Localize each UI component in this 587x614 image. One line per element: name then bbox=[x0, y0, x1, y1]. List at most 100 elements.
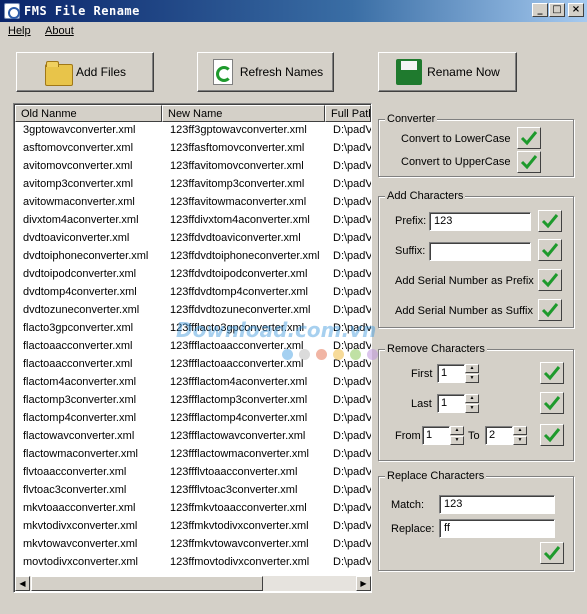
full-path-cell: D:\padVerifier bbox=[333, 250, 371, 262]
table-row[interactable]: asftomovconverter.xml 123ffasftomovconver… bbox=[15, 140, 371, 158]
spin-down-icon[interactable]: ▼ bbox=[450, 436, 464, 445]
title-bar[interactable]: FMS File Rename _ □ × bbox=[0, 0, 587, 22]
spin-down-icon[interactable]: ▼ bbox=[465, 374, 479, 383]
table-row[interactable]: flactomp3converter.xml 123ffflactomp3conv… bbox=[15, 392, 371, 410]
table-row[interactable]: avitomp3converter.xml 123ffavitomp3conver… bbox=[15, 176, 371, 194]
table-row[interactable]: dvdtoiphoneconverter.xml 123ffdvdtoiphone… bbox=[15, 248, 371, 266]
app-icon[interactable] bbox=[4, 3, 20, 19]
table-row[interactable]: flactowavconverter.xml 123ffflactowavconv… bbox=[15, 428, 371, 446]
old-name-cell: flacto3gpconverter.xml bbox=[23, 322, 134, 334]
full-path-cell: D:\padVerifier bbox=[333, 394, 371, 406]
table-row[interactable]: movtodivxconverter.xml 123ffmovtodivxconv… bbox=[15, 554, 371, 572]
menu-help[interactable]: Help bbox=[8, 25, 31, 37]
old-name-cell: flactowavconverter.xml bbox=[23, 430, 135, 442]
table-row[interactable]: flvtoaacconverter.xml 123ffflvtoaacconver… bbox=[15, 464, 371, 482]
spin-up-icon[interactable]: ▲ bbox=[513, 426, 527, 435]
old-name-cell: divxtom4aconverter.xml bbox=[23, 214, 139, 226]
spin-down-icon[interactable]: ▼ bbox=[513, 436, 527, 445]
replace-input[interactable]: ff bbox=[439, 519, 555, 538]
new-name-cell: 123ffmkvtowavconverter.xml bbox=[170, 538, 309, 550]
table-row[interactable]: avitowmaconverter.xml 123ffavitowmaconver… bbox=[15, 194, 371, 212]
full-path-cell: D:\padVerifier bbox=[333, 538, 371, 550]
prefix-input[interactable]: 123 bbox=[429, 212, 531, 231]
table-row[interactable]: avitomovconverter.xml 123ffavitomovconver… bbox=[15, 158, 371, 176]
full-path-cell: D:\padVerifier bbox=[333, 502, 371, 514]
menu-bar: Help About bbox=[0, 22, 587, 40]
old-name-cell: mkvtowavconverter.xml bbox=[23, 538, 138, 550]
add-files-button[interactable]: Add Files bbox=[16, 52, 154, 92]
add-files-label: Add Files bbox=[75, 65, 127, 79]
old-name-cell: movtodivxconverter.xml bbox=[23, 556, 138, 568]
prefix-label: Prefix: bbox=[395, 215, 427, 227]
replace-apply-button[interactable] bbox=[540, 542, 564, 564]
scroll-left-icon[interactable]: ◀ bbox=[15, 576, 30, 591]
table-row[interactable]: dvdtoaviconverter.xml 123ffdvdtoaviconver… bbox=[15, 230, 371, 248]
match-input[interactable]: 123 bbox=[439, 495, 555, 514]
full-path-cell: D:\padVerifier bbox=[333, 376, 371, 388]
add-serial-suffix-button[interactable] bbox=[538, 299, 562, 321]
check-icon bbox=[520, 155, 538, 170]
remove-first-button[interactable] bbox=[540, 362, 564, 384]
remove-last-button[interactable] bbox=[540, 392, 564, 414]
table-row[interactable]: dvdtomp4converter.xml 123ffdvdtomp4conver… bbox=[15, 284, 371, 302]
scroll-right-icon[interactable]: ▶ bbox=[356, 576, 371, 591]
column-old-name[interactable]: Old Nanme bbox=[15, 105, 162, 122]
serial-prefix-label: Add Serial Number as Prefix bbox=[395, 275, 534, 287]
list-rows: 3gptowavconverter.xml 123ff3gptowavconver… bbox=[15, 122, 371, 572]
table-row[interactable]: flactowmaconverter.xml 123ffflactowmaconv… bbox=[15, 446, 371, 464]
column-full-path[interactable]: Full Path bbox=[325, 105, 371, 122]
convert-uppercase-button[interactable] bbox=[517, 151, 541, 173]
table-row[interactable]: dvdtoipodconverter.xml 123ffdvdtoipodconv… bbox=[15, 266, 371, 284]
table-row[interactable]: flvtoac3converter.xml 123ffflvtoac3conver… bbox=[15, 482, 371, 500]
window-title: FMS File Rename bbox=[24, 4, 140, 18]
remove-range-button[interactable] bbox=[540, 424, 564, 446]
new-name-cell: 123ffavitomp3converter.xml bbox=[170, 178, 305, 190]
menu-about[interactable]: About bbox=[45, 25, 74, 37]
rename-now-button[interactable]: Rename Now bbox=[378, 52, 517, 92]
full-path-cell: D:\padVerifier bbox=[333, 160, 371, 172]
file-list[interactable]: Old Nanme New Name Full Path 3gptowavcon… bbox=[13, 103, 372, 593]
old-name-cell: dvdtoipodconverter.xml bbox=[23, 268, 137, 280]
new-name-cell: 123ffdvdtomp4converter.xml bbox=[170, 286, 308, 298]
table-row[interactable]: divxtom4aconverter.xml 123ffdivxtom4aconv… bbox=[15, 212, 371, 230]
last-input[interactable]: 1 bbox=[437, 394, 465, 413]
add-prefix-button[interactable] bbox=[538, 210, 562, 232]
scroll-thumb[interactable] bbox=[31, 576, 263, 591]
uppercase-label: Convert to UpperCase bbox=[401, 156, 511, 168]
close-button[interactable]: × bbox=[568, 3, 584, 17]
maximize-button[interactable]: □ bbox=[549, 3, 565, 17]
from-label: From bbox=[395, 430, 421, 442]
to-input[interactable]: 2 bbox=[485, 426, 513, 445]
replace-characters-title: Replace Characters bbox=[385, 470, 487, 482]
old-name-cell: avitowmaconverter.xml bbox=[23, 196, 135, 208]
table-row[interactable]: mkvtowavconverter.xml 123ffmkvtowavconver… bbox=[15, 536, 371, 554]
convert-lowercase-button[interactable] bbox=[517, 127, 541, 149]
add-serial-prefix-button[interactable] bbox=[538, 269, 562, 291]
column-new-name[interactable]: New Name bbox=[162, 105, 325, 122]
table-row[interactable]: 3gptowavconverter.xml 123ff3gptowavconver… bbox=[15, 122, 371, 140]
spin-up-icon[interactable]: ▲ bbox=[465, 364, 479, 373]
new-name-cell: 123ffdvdtoiphoneconverter.xml bbox=[170, 250, 320, 262]
new-name-cell: 123ffmkvtoaacconverter.xml bbox=[170, 502, 307, 514]
old-name-cell: flactoaacconverter.xml bbox=[23, 358, 133, 370]
table-row[interactable]: mkvtoaacconverter.xml 123ffmkvtoaacconver… bbox=[15, 500, 371, 518]
first-label: First bbox=[411, 368, 433, 380]
refresh-names-label: Refresh Names bbox=[239, 65, 324, 79]
refresh-names-button[interactable]: Refresh Names bbox=[197, 52, 334, 92]
first-input[interactable]: 1 bbox=[437, 364, 465, 383]
spin-up-icon[interactable]: ▲ bbox=[450, 426, 464, 435]
add-suffix-button[interactable] bbox=[538, 239, 562, 261]
refresh-icon bbox=[208, 58, 236, 86]
horizontal-scrollbar[interactable]: ◀ ▶ bbox=[15, 576, 371, 591]
table-row[interactable]: flactom4aconverter.xml 123ffflactom4aconv… bbox=[15, 374, 371, 392]
table-row[interactable]: mkvtodivxconverter.xml 123ffmkvtodivxconv… bbox=[15, 518, 371, 536]
check-icon bbox=[520, 131, 538, 146]
minimize-button[interactable]: _ bbox=[532, 3, 548, 17]
spin-down-icon[interactable]: ▼ bbox=[465, 404, 479, 413]
full-path-cell: D:\padVerifier bbox=[333, 286, 371, 298]
table-row[interactable]: flactomp4converter.xml 123ffflactomp4conv… bbox=[15, 410, 371, 428]
new-name-cell: 123ffavitomovconverter.xml bbox=[170, 160, 304, 172]
spin-up-icon[interactable]: ▲ bbox=[465, 394, 479, 403]
suffix-input[interactable] bbox=[429, 242, 531, 261]
from-input[interactable]: 1 bbox=[422, 426, 450, 445]
